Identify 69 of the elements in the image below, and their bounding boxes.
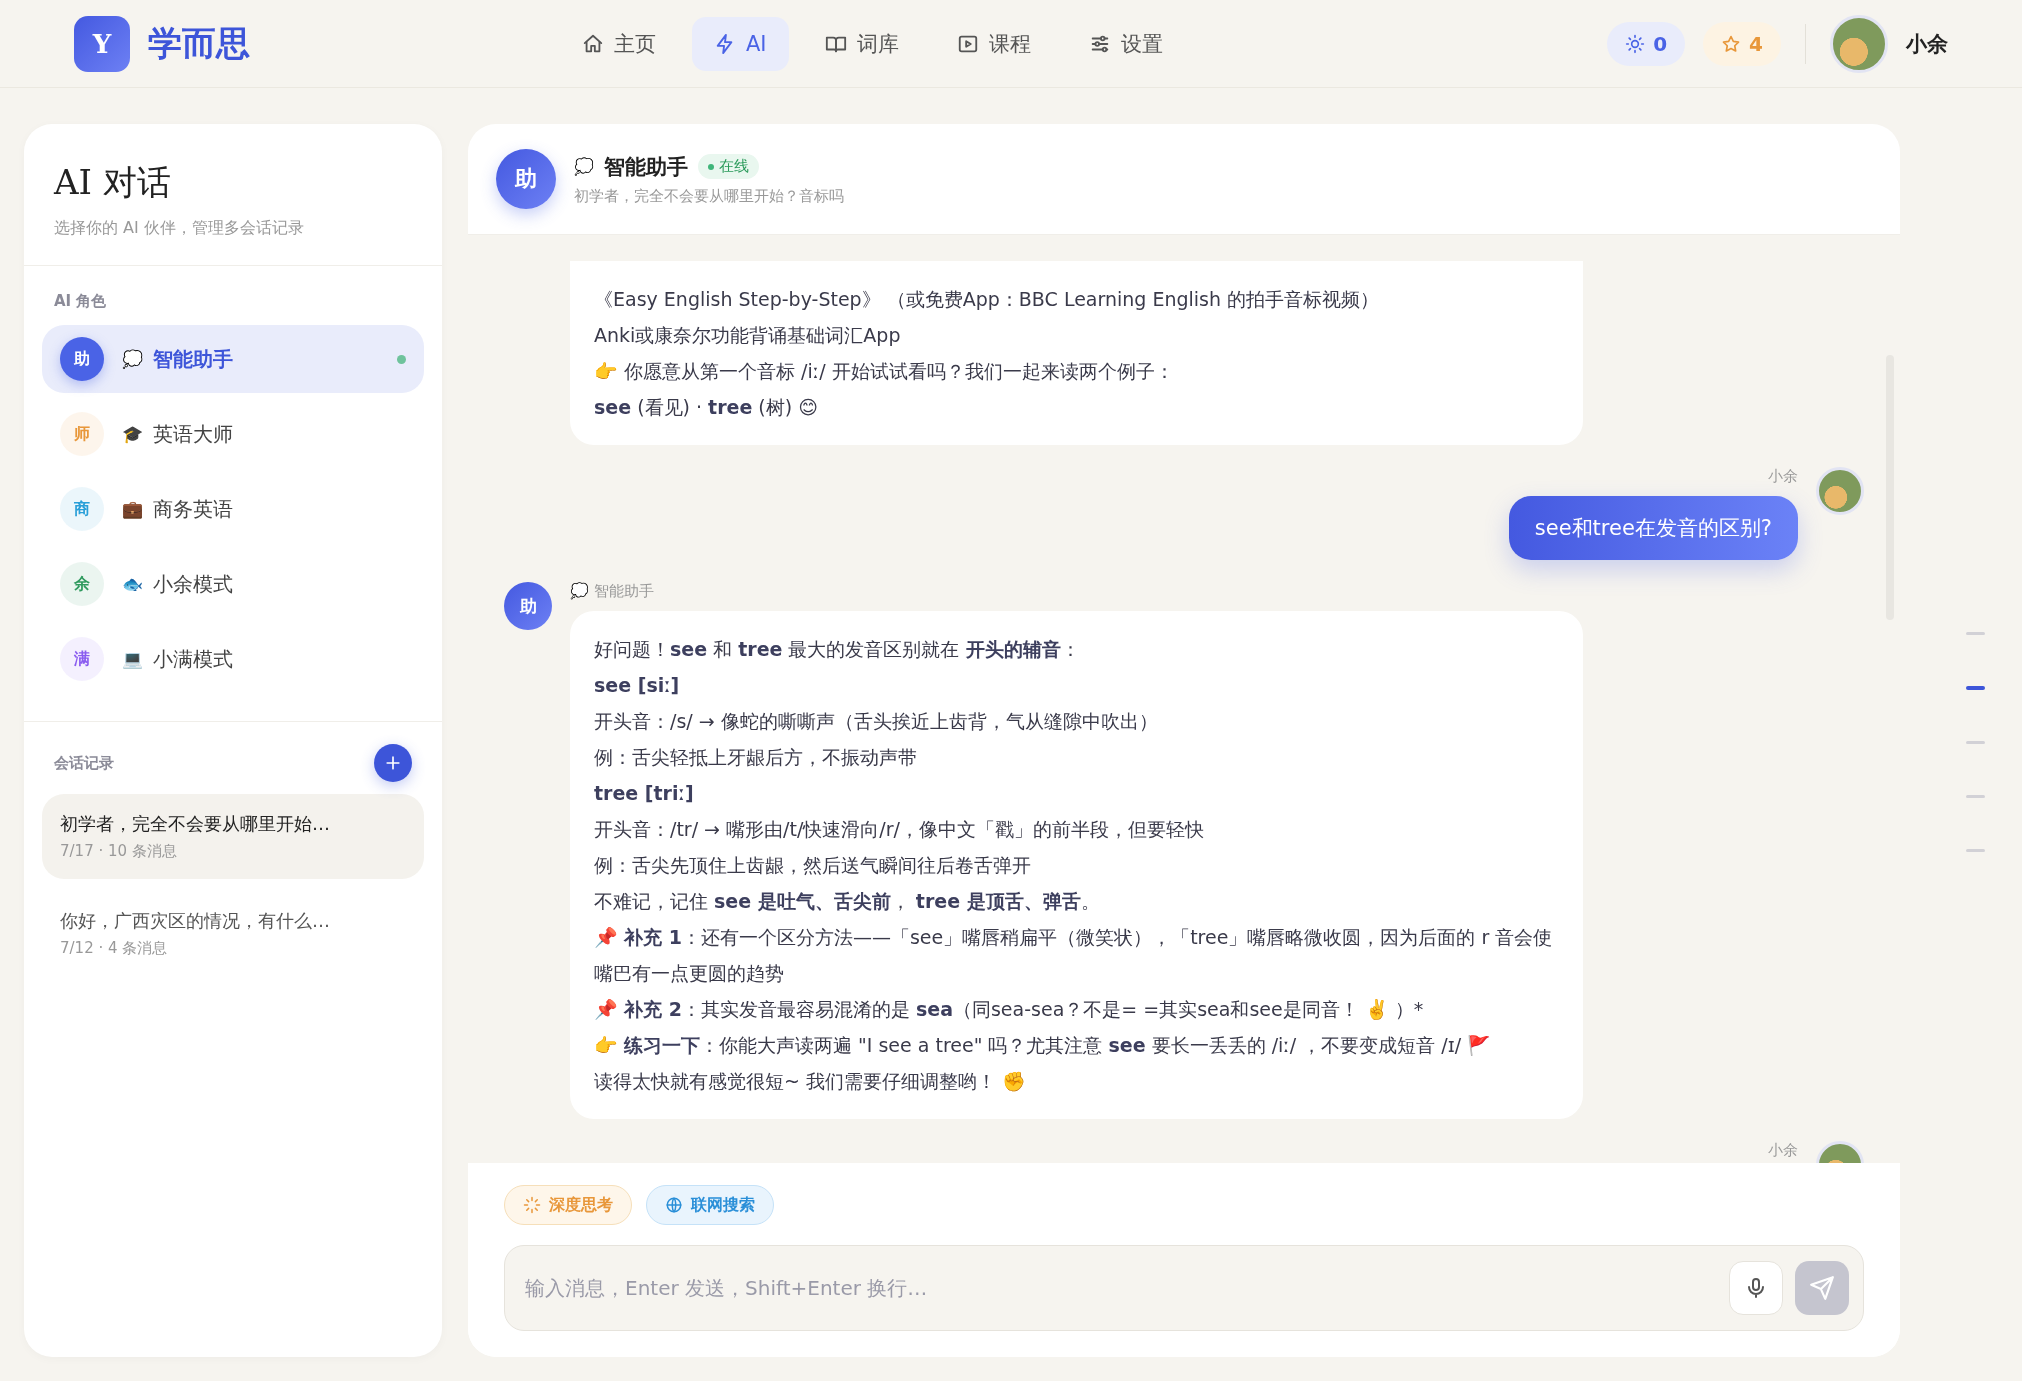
outline-marker[interactable] [1966,686,1985,690]
section-label: 会话记录 [53,753,115,773]
role-item[interactable]: 满 💻 小满模式 [42,625,424,693]
role-avatar: 余 [60,562,104,606]
user-avatar [1816,467,1864,515]
new-session-button[interactable] [374,744,412,782]
sender-name: 小余 [1768,467,1798,486]
star-count: 4 [1703,21,1781,66]
sun-count: 0 [1607,21,1686,66]
paper-plane-icon [1809,1275,1835,1301]
session-item[interactable]: 初学者，完全不会要从哪里开始… 7/17 · 10 条消息 [42,794,424,879]
role-name: 英语大师 [153,420,233,448]
sparkle-icon [523,1196,541,1214]
brand-name: 学而思 [148,21,250,65]
sender-name: 小余 [1768,1141,1798,1160]
role-emoji: 💼 [122,499,143,519]
role-name: 小余模式 [153,570,233,598]
role-name: 小满模式 [153,645,233,673]
app-logo[interactable]: Y [74,15,130,72]
microphone-button[interactable] [1729,1261,1783,1315]
sun-icon [1625,33,1646,54]
send-button[interactable] [1795,1261,1849,1315]
session-title: 初学者，完全不会要从哪里开始… [60,812,331,836]
message-input[interactable]: 输入消息，Enter 发送，Shift+Enter 换行… [523,1275,1717,1301]
sender-name: 💭 智能助手 [570,582,655,601]
role-name: 商务英语 [153,495,233,523]
nav-tab[interactable]: 主页 [560,16,678,71]
role-item[interactable]: 余 🐟 小余模式 [42,550,424,618]
role-emoji: 🎓 [122,424,143,444]
status-badge: 在线 [698,154,759,179]
assistant-avatar: 助 [504,582,552,630]
role-item[interactable]: 师 🎓 英语大师 [42,400,424,468]
role-emoji: 💻 [122,649,143,669]
nav-tab[interactable]: AI [692,16,789,71]
role-avatar: 满 [60,637,104,681]
user-message: see和tree在发音的区别? [1508,496,1798,560]
home-icon [582,32,604,55]
session-item[interactable]: 你好，广西灾区的情况，有什么… 7/12 · 4 条消息 [42,891,424,976]
message-composer[interactable]: 输入消息，Enter 发送，Shift+Enter 换行… [504,1245,1864,1331]
assistant-avatar: 助 [496,149,556,209]
outline-marker[interactable] [1966,632,1985,635]
sidebar-title: AI 对话 [54,161,172,204]
section-label: AI 角色 [53,292,108,311]
role-name: 智能助手 [153,345,233,373]
role-avatar: 助 [60,337,104,381]
star-icon [1721,33,1742,54]
assistant-message: 《Easy English Step-by-Step》 （或免费App：BBC Learning English 的拍手音标视频） Anki或康奈尔功能背诵基础词汇App 👉 你愿意从第一个音标 /iː/ 开始试试看吗？我们一起来读两个例子： see (看见) · tree (树) 😊 [570,261,1583,445]
nav-tab[interactable]: 设置 [1066,16,1185,71]
role-emoji: 💭 [122,349,143,369]
outline-marker[interactable] [1966,849,1985,852]
outline-marker[interactable] [1966,741,1985,744]
role-emoji: 🐟 [122,574,143,594]
chat-title: 智能助手 [604,153,688,181]
session-meta: 7/12 · 4 条消息 [60,939,169,958]
assistant-emoji: 💭 [574,157,594,176]
session-title: 你好，广西灾区的情况，有什么… [60,909,331,933]
role-avatar: 商 [60,487,104,531]
sidebar-subtitle: 选择你的 AI 伙伴，管理多会话记录 [54,218,305,239]
chat-subtitle: 初学者，完全不会要从哪里开始？音标吗 [574,186,844,206]
session-meta: 7/17 · 10 条消息 [60,842,178,861]
outline-marker[interactable] [1966,795,1985,798]
role-avatar: 师 [60,412,104,456]
role-item[interactable]: 助 💭 智能助手 [42,325,424,393]
nav-tab[interactable]: 词库 [802,16,921,71]
role-item[interactable]: 商 💼 商务英语 [42,475,424,543]
user-name: 小余 [1906,30,1948,58]
assistant-message: 好问题！see 和 tree 最大的发音区别就在 开头的辅音： see [siː] 开头音：/s/ → 像蛇的嘶嘶声（舌头挨近上齿背，气从缝隙中吹出） 例：舌尖轻抵上牙龈后方，不振动声带 tree [triː] 开头音：/tr/ → 嘴形由/t/快速滑向/r/，像中文「戳」的前半段，但要轻快 例：舌尖先顶住上齿龈，然后送气瞬间往后卷舌弹开 不难记，记住 see 是吐气、舌尖前， tree 是顶舌、弹舌。 📌 补充 1：还有一个区分方法——「see」嘴唇稍扁平（微笑状），「tree」嘴唇略微收圆，因为后面的 r 音会使嘴巴有一点更圆的趋势 📌 补充 2：其实发音最容易混淆的是 sea（同sea-sea？不是= =其实sea和see是同音！ ✌ ）* 👉 练习一下：你能大声读两遍 "I see a tree" 吗？尤其注意 see 要长一丢丢的 /iː/ ，不要变成短音 /ɪ/ 🚩 读得太快就有感觉很短~ 我们需要仔细调整哟！ ✊ [570,611,1583,1119]
nav-tab[interactable]: 课程 [934,16,1053,71]
globe-icon [665,1196,683,1214]
